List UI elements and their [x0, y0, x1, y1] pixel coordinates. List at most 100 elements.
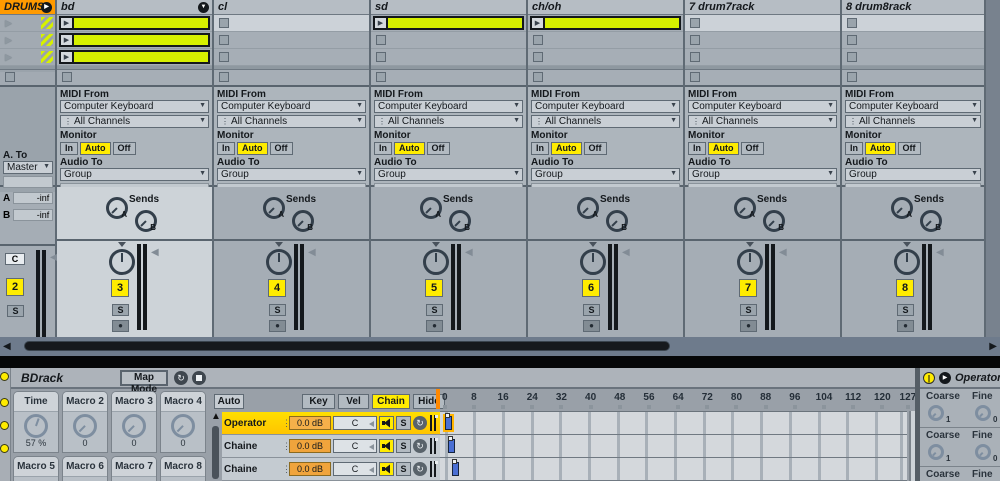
coarse-knob[interactable] — [928, 444, 944, 460]
track-activator[interactable]: 5 — [425, 279, 443, 297]
zone-row[interactable] — [440, 435, 907, 458]
midi-from-dropdown[interactable]: Computer Keyboard ▼ — [60, 100, 209, 113]
monitor-off-button[interactable]: Off — [898, 142, 921, 155]
zone-row[interactable] — [440, 412, 907, 435]
monitor-auto-button[interactable]: Auto — [80, 142, 111, 155]
send-a-value[interactable]: -inf — [13, 192, 53, 204]
monitor-auto-button[interactable]: Auto — [394, 142, 425, 155]
clip-slot[interactable]: ▶ — [57, 49, 212, 66]
clip-slot[interactable]: ▶ — [214, 15, 369, 32]
track-stop-slot[interactable] — [214, 72, 369, 87]
send-b-knob[interactable]: B — [606, 210, 628, 232]
macro-cell[interactable]: Macro 3 0 — [111, 391, 157, 453]
track-arm-button[interactable]: ● — [583, 320, 600, 332]
track-header[interactable]: bd ▼ — [57, 0, 212, 15]
clip-stop-icon[interactable] — [376, 35, 386, 45]
monitor-off-button[interactable]: Off — [427, 142, 450, 155]
midi-from-dropdown[interactable]: Computer Keyboard ▼ — [688, 100, 837, 113]
clip-stop-icon[interactable] — [219, 52, 229, 62]
chain-solo-button[interactable]: S — [396, 462, 411, 476]
midi-channel-dropdown[interactable]: ⋮ All Channels ▼ — [531, 115, 680, 128]
monitor-auto-button[interactable]: Auto — [708, 142, 739, 155]
track-activator[interactable]: 6 — [582, 279, 600, 297]
volume-handle-icon[interactable]: ◀ — [151, 248, 159, 258]
audio-to-dropdown[interactable]: Group ▼ — [845, 168, 981, 181]
clip-stop-icon[interactable] — [690, 52, 700, 62]
clip-body[interactable] — [74, 52, 208, 62]
group-scene-slot[interactable]: ▶ — [0, 32, 55, 49]
clip-stop-icon[interactable] — [847, 35, 857, 45]
stop-button-icon[interactable] — [219, 72, 229, 82]
scene-play-icon[interactable]: ▶ — [5, 18, 12, 29]
chain-hot-swap-icon[interactable]: ↻ — [413, 462, 427, 476]
track-header[interactable]: 8 drum8rack ▼ — [842, 0, 984, 15]
chain-volume[interactable]: 0.0 dB — [289, 439, 331, 453]
audio-to-dropdown[interactable]: Group ▼ — [60, 168, 209, 181]
group-stop-slot[interactable] — [0, 72, 55, 87]
track-solo-button[interactable]: S — [269, 304, 286, 316]
pan-knob[interactable] — [109, 249, 135, 275]
clip[interactable]: ▶ — [59, 50, 210, 64]
monitor-off-button[interactable]: Off — [270, 142, 293, 155]
send-b-knob[interactable]: B — [763, 210, 785, 232]
chain-solo-button[interactable]: S — [396, 439, 411, 453]
monitor-in-button[interactable]: In — [688, 142, 706, 155]
track-header[interactable]: ch/oh ▼ — [528, 0, 683, 15]
track-arm-button[interactable]: ● — [740, 320, 757, 332]
track-arm-button[interactable]: ● — [269, 320, 286, 332]
clip-body[interactable] — [388, 18, 522, 28]
zone-row[interactable] — [440, 458, 907, 481]
save-preset-icon[interactable] — [192, 371, 206, 385]
monitor-in-button[interactable]: In — [845, 142, 863, 155]
group-track-activator[interactable]: 2 — [6, 278, 24, 296]
device-power-icon[interactable]: | — [923, 372, 935, 384]
track-stop-slot[interactable] — [371, 72, 526, 87]
stop-button-icon[interactable] — [847, 72, 857, 82]
track-stop-slot[interactable] — [57, 72, 212, 87]
midi-from-dropdown[interactable]: Computer Keyboard ▼ — [531, 100, 680, 113]
send-b-knob[interactable]: B — [449, 210, 471, 232]
monitor-off-button[interactable]: Off — [584, 142, 607, 155]
send-a-knob[interactable]: A — [577, 197, 599, 219]
volume-handle-icon[interactable]: ◀ — [308, 248, 316, 258]
chain-activator-button[interactable] — [379, 439, 394, 453]
vel-zones-button[interactable]: Vel — [338, 394, 369, 409]
volume-handle-icon[interactable]: ◀ — [779, 248, 787, 258]
group-track-header[interactable]: DRUMS ▶ — [0, 0, 55, 15]
clip-slot[interactable]: ▶ — [528, 15, 683, 32]
chain-volume[interactable]: 0.0 dB — [289, 462, 331, 476]
clip-slot[interactable]: ▶ — [371, 15, 526, 32]
monitor-auto-button[interactable]: Auto — [865, 142, 896, 155]
macro-cell[interactable]: Macro 7 — [111, 456, 157, 481]
macro-cell[interactable]: Macro 6 — [62, 456, 108, 481]
chain-row[interactable]: Chaine ⋮⋮ 0.0 dB C S ↻ — [222, 458, 440, 481]
macro-cell[interactable]: Macro 2 0 — [62, 391, 108, 453]
clip-stop-icon[interactable] — [376, 52, 386, 62]
clip-stop-icon[interactable] — [847, 18, 857, 28]
midi-from-dropdown[interactable]: Computer Keyboard ▼ — [374, 100, 523, 113]
monitor-in-button[interactable]: In — [374, 142, 392, 155]
clip-slot[interactable]: ▶ — [214, 32, 369, 49]
midi-channel-dropdown[interactable]: ⋮ All Channels ▼ — [217, 115, 366, 128]
send-b-knob[interactable]: B — [135, 210, 157, 232]
stop-button-icon[interactable] — [62, 72, 72, 82]
track-header[interactable]: cl ▼ — [214, 0, 369, 15]
clip-slot[interactable]: ▶ — [842, 15, 984, 32]
track-activator[interactable]: 4 — [268, 279, 286, 297]
clip-play-icon[interactable]: ▶ — [61, 18, 74, 28]
send-a-knob[interactable]: A — [263, 197, 285, 219]
monitor-in-button[interactable]: In — [60, 142, 78, 155]
clip-body[interactable] — [74, 35, 208, 45]
audio-to-dropdown[interactable]: Group ▼ — [217, 168, 366, 181]
clip-slot[interactable]: ▶ — [842, 32, 984, 49]
macro-cell[interactable]: Time 57 % — [13, 391, 59, 453]
clip-slot[interactable]: ▶ — [685, 32, 840, 49]
midi-channel-dropdown[interactable]: ⋮ All Channels ▼ — [845, 115, 981, 128]
pan-knob[interactable] — [580, 249, 606, 275]
key-zone-block[interactable] — [445, 416, 452, 430]
midi-channel-dropdown[interactable]: ⋮ All Channels ▼ — [374, 115, 523, 128]
send-a-knob[interactable]: A — [891, 197, 913, 219]
clip-body[interactable] — [74, 18, 208, 28]
send-b-knob[interactable]: B — [292, 210, 314, 232]
clip-body[interactable] — [545, 18, 679, 28]
